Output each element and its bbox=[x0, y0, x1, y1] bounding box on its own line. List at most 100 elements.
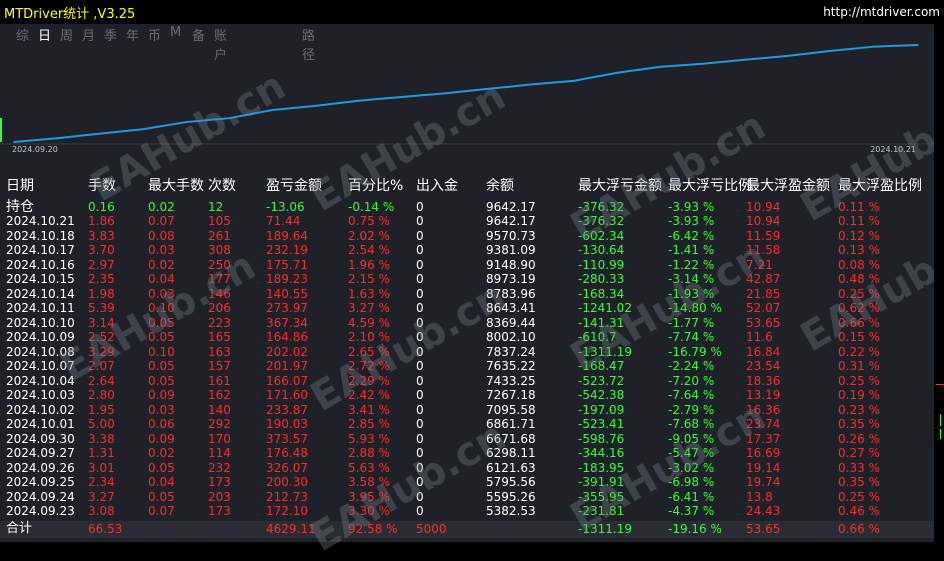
stats-panel: 综日周月季年币 M 备账户 路径 2024.09.20 2024.10.21 日期 手数最… bbox=[0, 24, 944, 561]
table-row[interactable]: 2024.10.07 2.07 0.05 157 201.97 2.72 % 0 7635.2… bbox=[0, 359, 934, 374]
balance-point bbox=[831, 49, 833, 52]
cell-flow: 0 bbox=[416, 504, 424, 518]
balance-point bbox=[615, 72, 618, 74]
balance-point bbox=[788, 54, 790, 57]
table-row[interactable]: 2024.09.24 3.27 0.05 203 212.73 3.95 % 0 5595.2… bbox=[0, 490, 934, 505]
table-row[interactable]: 2024.09.23 3.08 0.07 173 172.10 3.30 % 0 5382.5… bbox=[0, 504, 934, 519]
column-header[interactable]: 最大浮亏金额 bbox=[578, 177, 662, 195]
table-row[interactable]: 2024.10.16 2.97 0.02 250 175.71 1.96 % 0 9148.9… bbox=[0, 258, 934, 273]
cell-maxdd: -376.32 bbox=[578, 214, 625, 228]
cell-pnl: 202.02 bbox=[266, 344, 308, 359]
table-row[interactable]: 2024.10.21 1.86 0.07 105 71.44 0.75 % 0 9642.17… bbox=[0, 214, 934, 229]
cell-maxddpct: -6.42 % bbox=[668, 228, 715, 243]
balance-point bbox=[271, 109, 274, 111]
column-header[interactable]: 日期 bbox=[6, 177, 34, 195]
cell-balance: 5595.26 bbox=[486, 489, 536, 504]
cell-maxlots: 0.02 bbox=[148, 200, 175, 214]
cell-flow: 0 bbox=[416, 489, 424, 504]
cell-maxlots: 0.07 bbox=[148, 504, 175, 518]
cell-flow: 0 bbox=[416, 417, 424, 431]
cell-maxddpct: -14.80 % bbox=[668, 301, 722, 315]
column-header[interactable]: 最大浮盈比例 bbox=[838, 177, 922, 195]
cell-balance: 6121.63 bbox=[486, 460, 536, 475]
cell-maxlots: 0.05 bbox=[148, 315, 175, 330]
balance-point bbox=[658, 66, 661, 68]
column-header[interactable]: 最大浮盈金额 bbox=[746, 177, 830, 195]
table-header: 日期 手数 最大手数 次数 盈亏金额 百分比% 出入金 余额 最大浮亏金额 最大浮亏比例 最大浮盈金… bbox=[0, 177, 934, 195]
column-header[interactable]: 盈亏金额 bbox=[266, 177, 322, 195]
column-header[interactable]: 次数 bbox=[208, 177, 236, 195]
cell-maxddpct: -3.93 % bbox=[668, 200, 715, 214]
cell-pct: 2.65 % bbox=[348, 344, 390, 359]
cell-maxfp: 11.58 bbox=[746, 243, 781, 257]
cell-pnl: 200.30 bbox=[266, 475, 308, 489]
cell-pct: 1.63 % bbox=[348, 286, 390, 301]
column-header[interactable]: 最大浮亏比例 bbox=[668, 177, 752, 195]
balance-point bbox=[99, 132, 101, 135]
column-header[interactable]: 余额 bbox=[486, 177, 514, 195]
table-row[interactable]: 2024.10.14 1.98 0.03 146 140.55 1.63 % 0 8783.9… bbox=[0, 287, 934, 302]
cell-maxfppct: 0.15 % bbox=[838, 330, 880, 344]
cell-maxdd: -130.64 bbox=[578, 243, 625, 257]
cell-balance: 5382.53 bbox=[486, 504, 536, 518]
cell-pct: 2.02 % bbox=[348, 228, 390, 243]
cell-pnl: 176.48 bbox=[266, 446, 308, 460]
table-row[interactable]: 2024.09.27 1.31 0.02 114 176.48 2.88 % 0 6298.1… bbox=[0, 446, 934, 461]
price-marker-red bbox=[936, 384, 944, 385]
cell-pct: 0.75 % bbox=[348, 214, 390, 228]
cell-maxdd: -610.7 bbox=[578, 330, 617, 344]
cell-maxfppct: 0.08 % bbox=[838, 257, 880, 272]
table-row[interactable]: 2024.10.01 5.00 0.06 292 190.03 2.85 % 0 6861.7… bbox=[0, 417, 934, 432]
table-row[interactable]: 2024.10.09 2.52 0.05 165 164.86 2.10 % 0 8002.1… bbox=[0, 330, 934, 345]
column-header[interactable]: 百分比% bbox=[348, 177, 403, 195]
app-url-link[interactable]: http://mtdriver.com bbox=[823, 5, 940, 19]
table-row[interactable]: 2024.10.18 3.83 0.08 261 189.64 2.02 % 0 9570.7… bbox=[0, 229, 934, 244]
cell-maxfp: 16.69 bbox=[746, 446, 781, 460]
table-row[interactable]: 2024.09.30 3.38 0.09 170 373.57 5.93 % 0 6671.6… bbox=[0, 432, 934, 447]
table-row[interactable]: 2024.10.03 2.80 0.09 162 171.60 2.42 % 0 7267.1… bbox=[0, 388, 934, 403]
cell-maxddpct: -3.93 % bbox=[668, 214, 715, 228]
cell-maxddpct: -16.79 % bbox=[668, 344, 722, 359]
cell-pnl: 367.34 bbox=[266, 315, 308, 330]
cell-lots: 2.07 bbox=[88, 359, 115, 373]
cell-date: 2024.10.01 bbox=[6, 417, 75, 431]
table-row[interactable]: 2024.09.26 3.01 0.05 232 326.07 5.63 % 0 6121.6… bbox=[0, 461, 934, 476]
table-row[interactable]: 2024.10.10 3.14 0.05 223 367.34 4.59 % 0 8369.4… bbox=[0, 316, 934, 331]
tab-7[interactable]: M bbox=[170, 25, 181, 40]
cell-count: 261 bbox=[208, 228, 231, 243]
cell-flow: 0 bbox=[416, 228, 424, 243]
cell-maxfp: 42.87 bbox=[746, 272, 781, 286]
cell-pct: 4.59 % bbox=[348, 315, 390, 330]
cell-maxfp: 10.94 bbox=[746, 214, 781, 228]
cell-maxfppct: 0.62 % bbox=[838, 301, 880, 315]
cell-maxfppct: 0.25 % bbox=[838, 489, 880, 504]
cell-count: 114 bbox=[208, 446, 231, 460]
table-row[interactable]: 2024.10.17 3.70 0.03 308 232.19 2.54 % 0 9381.0… bbox=[0, 243, 934, 258]
column-header[interactable]: 最大手数 bbox=[148, 177, 204, 195]
cell-lots: 2.80 bbox=[88, 388, 115, 402]
table-row[interactable]: 2024.10.02 1.95 0.03 140 233.87 3.41 % 0 7095.5… bbox=[0, 403, 934, 418]
cell-maxlots: 0.05 bbox=[148, 373, 175, 388]
table-row[interactable]: 2024.10.11 5.39 0.10 206 273.97 3.27 % 0 8643.4… bbox=[0, 301, 934, 316]
cell-lots: 0.16 bbox=[88, 200, 115, 214]
column-header[interactable]: 手数 bbox=[88, 177, 116, 195]
cell-maxfp: 52.07 bbox=[746, 301, 781, 315]
cell-maxfppct: 0.11 % bbox=[838, 200, 880, 214]
cell-date: 2024.10.10 bbox=[6, 315, 75, 330]
left-edge-marker bbox=[0, 118, 2, 142]
cell-balance: 9570.73 bbox=[486, 228, 536, 243]
table-row[interactable]: 2024.10.04 2.64 0.05 161 166.07 2.29 % 0 7433.2… bbox=[0, 374, 934, 389]
cell-pnl: 166.07 bbox=[266, 373, 308, 388]
table-row[interactable]: 2024.10.15 2.35 0.04 177 189.23 2.15 % 0 8973.1… bbox=[0, 272, 934, 287]
cell-maxfppct: 0.11 % bbox=[838, 214, 880, 228]
position-row[interactable]: 持仓 0.16 0.02 12 -13.06 -0.14 % 0 9642.17 -376.32… bbox=[0, 200, 934, 215]
balance-point bbox=[443, 92, 446, 95]
cell-date: 2024.09.23 bbox=[6, 504, 75, 518]
balance-point bbox=[572, 80, 575, 82]
table-row[interactable]: 2024.09.25 2.34 0.04 173 200.30 3.58 % 0 5795.5… bbox=[0, 475, 934, 490]
column-header[interactable]: 出入金 bbox=[416, 177, 458, 195]
cell-date: 2024.10.17 bbox=[6, 243, 75, 257]
table-row[interactable]: 2024.10.08 3.29 0.10 163 202.02 2.65 % 0 7837.2… bbox=[0, 345, 934, 360]
cell-maxdd: -344.16 bbox=[578, 446, 625, 460]
cell-maxddpct: -6.41 % bbox=[668, 489, 715, 504]
